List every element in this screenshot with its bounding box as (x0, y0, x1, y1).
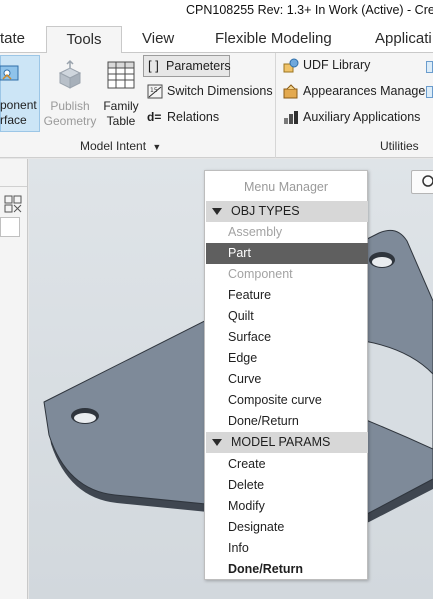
group-label-utilities: Utilities (380, 139, 419, 153)
menu-manager: Menu Manager OBJ TYPES Assembly Part Com… (204, 170, 368, 580)
relations-icon: d= (147, 110, 162, 124)
menu-item-quilt[interactable]: Quilt (206, 306, 368, 327)
family-table-icon (107, 61, 135, 89)
tab-state[interactable]: tate (0, 26, 40, 53)
tab-applications[interactable]: Applicati (375, 26, 433, 53)
tab-flexible-modeling[interactable]: Flexible Modeling (215, 26, 345, 53)
menu-item-done-return[interactable]: Done/Return (206, 411, 368, 432)
switch-dimensions-icon: 15 (147, 84, 163, 99)
model-tree-panel (0, 159, 28, 599)
menu-item-modify[interactable]: Modify (206, 496, 368, 517)
ribbon-tabs: tate Tools View Flexible Modeling Applic… (0, 26, 433, 54)
tab-tools[interactable]: Tools (46, 26, 122, 54)
menu-item-designate[interactable]: Designate (206, 517, 368, 538)
menu-item-part[interactable]: Part (206, 243, 368, 264)
component-interface-label: ponent rface (0, 98, 37, 127)
parameters-icon: [ ] (148, 58, 159, 73)
menu-item-surface[interactable]: Surface (206, 327, 368, 348)
menu-item-done-return-params[interactable]: Done/Return (206, 559, 368, 580)
clipped-ribbon-icon[interactable] (426, 86, 433, 98)
menu-item-edge[interactable]: Edge (206, 348, 368, 369)
collapse-triangle-icon (212, 439, 222, 446)
udf-library-icon (283, 58, 299, 73)
title-bar: CPN108255 Rev: 1.3+ In Work (Active) - C… (0, 0, 433, 26)
switch-dimensions-button[interactable]: 15 Switch Dimensions (145, 81, 275, 103)
menu-section-obj-types[interactable]: OBJ TYPES (206, 201, 368, 222)
chevron-down-icon: ▼ (152, 142, 162, 152)
appearances-manager-icon (283, 84, 298, 99)
appearances-manager-button[interactable]: Appearances Manager (281, 81, 429, 103)
menu-section-model-params[interactable]: MODEL PARAMS (206, 432, 368, 453)
tree-settings-icon[interactable] (4, 195, 22, 213)
menu-item-delete[interactable]: Delete (206, 475, 368, 496)
auxiliary-applications-button[interactable]: Auxiliary Applications (281, 107, 426, 129)
menu-item-assembly: Assembly (228, 225, 283, 239)
menu-item-feature[interactable]: Feature (206, 285, 368, 306)
menu-item-create[interactable]: Create (206, 454, 368, 475)
menu-item-composite-curve[interactable]: Composite curve (206, 390, 368, 411)
auxiliary-applications-icon (284, 111, 298, 124)
ribbon: ponent rface Publish Geometry Family Tab… (0, 53, 433, 158)
parameters-button[interactable]: [ ] Parameters (143, 55, 231, 77)
publish-geometry-button[interactable]: Publish Geometry (42, 59, 98, 129)
menu-manager-title: Menu Manager (243, 180, 329, 194)
window-title: CPN108255 Rev: 1.3+ In Work (Active) - C… (186, 3, 433, 17)
ribbon-group-separator (275, 53, 276, 158)
family-table-button[interactable]: Family Table (100, 59, 142, 129)
tree-search-field[interactable] (0, 217, 20, 237)
publish-geometry-icon (58, 59, 82, 89)
group-label-model-intent[interactable]: Model Intent ▼ (80, 139, 161, 153)
panel-tab-strip (0, 159, 27, 187)
menu-item-component: Component (228, 267, 293, 281)
relations-button[interactable]: d= Relations (145, 107, 235, 129)
clipped-ribbon-icon[interactable] (426, 61, 433, 73)
udf-library-button[interactable]: UDF Library (281, 55, 391, 77)
search-icon (422, 175, 433, 187)
tab-view[interactable]: View (142, 26, 182, 53)
menu-item-info[interactable]: Info (206, 538, 368, 559)
graphics-search-box[interactable] (411, 170, 433, 194)
component-interface-icon (0, 65, 19, 81)
collapse-triangle-icon (212, 208, 222, 215)
menu-item-curve[interactable]: Curve (206, 369, 368, 390)
